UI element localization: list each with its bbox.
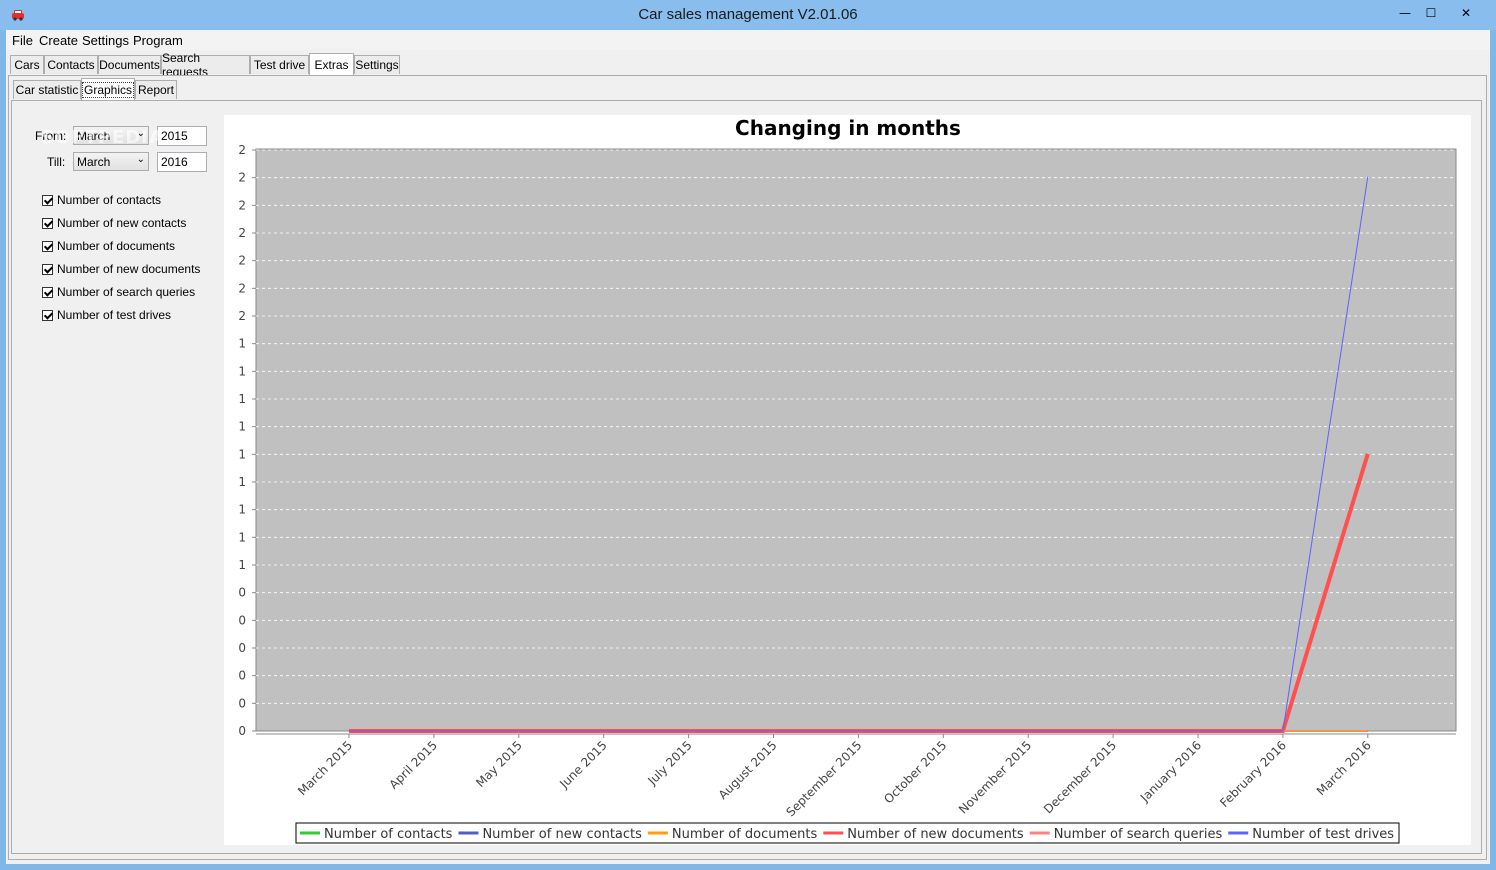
y-tick-label: 1 [238,503,246,517]
y-tick-label: 0 [238,696,246,710]
close-button[interactable]: ✕ [1446,0,1486,26]
y-tick-label: 1 [238,392,246,406]
x-tick-label: March 2016 [1314,738,1374,798]
tab-cars[interactable]: Cars [10,55,44,74]
tab-contacts[interactable]: Contacts [44,55,98,74]
plot-area [255,148,1457,732]
checkbox-number-of-search-queries[interactable]: Number of search queries [42,284,195,300]
y-tick-label: 0 [238,586,246,600]
y-tick-label: 1 [238,447,246,461]
tab-search-requests[interactable]: Search requests [161,51,250,79]
y-tick-label: 2 [238,254,246,268]
chevron-down-icon: ⌄ [136,154,145,165]
x-tick-label: November 2015 [956,738,1034,816]
till-month-select[interactable]: March ⌄ [73,152,149,171]
legend-label-2: Number of new contacts [482,827,642,842]
till-year-input[interactable]: 2016 [157,152,207,172]
checkbox-number-of-new-documents[interactable]: Number of new documents [42,261,200,277]
menu-program[interactable]: Program [133,33,183,48]
checkbox-number-of-documents[interactable]: Number of documents [42,238,175,254]
x-tick-label: March 2015 [295,738,355,798]
line-chart: Changing in months 0 0 0 0 0 0 1 1 1 1 1 1 1 1 1 2 2 2 2 2 2 2… [238,116,1457,844]
main-frame: File Create Settings Program Cars Contac… [6,30,1490,864]
tab-graphics[interactable]: Graphics [81,78,135,100]
legend-label-5: Number of search queries [1054,827,1223,842]
y-tick-label: 1 [238,364,246,378]
y-tick-label: 2 [238,198,246,212]
x-tick-label: May 2015 [473,738,525,790]
y-tick-label: 2 [238,309,246,323]
y-tick-label: 1 [238,530,246,544]
title-bar: Car sales management V2.01.06 — ☐ ✕ [0,0,1496,30]
chart-title: Changing in months [735,116,961,140]
checkbox-checked-icon[interactable] [42,309,53,321]
checkbox-number-of-contacts[interactable]: Number of contacts [42,192,161,208]
checkbox-number-of-new-contacts[interactable]: Number of new contacts [42,215,186,231]
x-tick-label: April 2015 [386,738,440,792]
x-tick-label: September 2015 [783,738,864,819]
tab-car-statistic[interactable]: Car statistic [13,80,81,99]
y-tick-label: 2 [238,281,246,295]
till-label: Till: [47,155,66,169]
y-tick-label: 0 [238,613,246,627]
y-tick-label: 0 [238,641,246,655]
y-tick-label: 1 [238,420,246,434]
legend-label-1: Number of contacts [324,827,453,842]
tab-test-drive[interactable]: Test drive [250,55,309,74]
x-tick-label: August 2015 [716,738,780,802]
maximize-button[interactable]: ☐ [1416,0,1446,26]
from-year-input[interactable]: 2015 [157,126,207,146]
checkbox-checked-icon[interactable] [42,240,53,252]
x-tick-label: December 2015 [1041,738,1119,816]
legend-label-6: Number of test drives [1252,827,1394,842]
y-tick-label: 0 [238,669,246,683]
tab-documents[interactable]: Documents [98,55,161,74]
x-tick-label: February 2016 [1217,738,1289,810]
checkbox-checked-icon[interactable] [42,194,53,206]
legend-label-4: Number of new documents [847,827,1024,842]
chart-container: Changing in months 0 0 0 0 0 0 1 1 1 1 1 1 1 1 1 2 2 2 2 2 2 2… [224,115,1471,845]
checkbox-number-of-test-drives[interactable]: Number of test drives [42,307,171,323]
x-tick-label: June 2015 [556,738,609,791]
legend-label-3: Number of documents [672,827,818,842]
menu-settings[interactable]: Settings [82,33,129,48]
menu-create[interactable]: Create [39,33,78,48]
menu-bar: File Create Settings Program [6,30,1490,50]
checkbox-checked-icon[interactable] [42,286,53,298]
y-tick-label: 1 [238,337,246,351]
tab-extras[interactable]: Extras [309,53,354,75]
y-tick-label: 1 [238,475,246,489]
x-tick-label: July 2015 [645,738,695,788]
y-tick-label: 2 [238,226,246,240]
y-tick-label: 0 [238,724,246,738]
window-title: Car sales management V2.01.06 [638,6,858,23]
y-tick-label: 2 [238,143,246,157]
y-tick-label: 2 [238,171,246,185]
tab-report[interactable]: Report [135,80,177,99]
y-tick-label: 1 [238,558,246,572]
x-tick-label: October 2015 [881,738,949,806]
x-tick-label: January 2016 [1137,738,1204,805]
watermark: SOFTPEDIA [41,127,164,148]
menu-file[interactable]: File [12,33,33,48]
checkbox-checked-icon[interactable] [42,217,53,229]
tab-settings[interactable]: Settings [354,55,400,74]
checkbox-checked-icon[interactable] [42,263,53,275]
